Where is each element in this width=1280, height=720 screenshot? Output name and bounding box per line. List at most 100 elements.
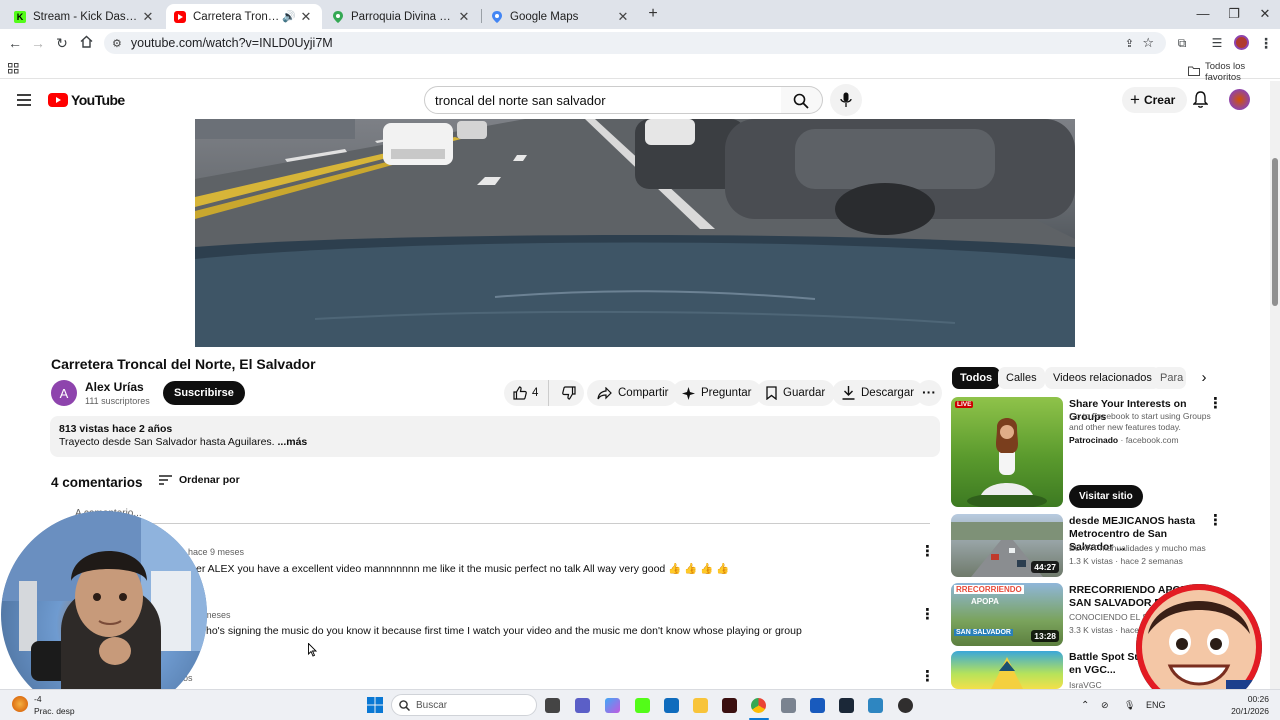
tab-title: Parroquia Divina Providencia - <box>351 10 456 23</box>
related-video-channel[interactable]: EUART manualidades y mucho mas <box>1069 543 1211 554</box>
tab-parroquia[interactable]: Parroquia Divina Providencia - ✕ <box>324 4 480 29</box>
download-button[interactable]: Descargar <box>832 380 925 406</box>
save-button[interactable]: Guardar <box>756 380 836 406</box>
all-bookmarks-button[interactable]: Todos los favoritos <box>1188 61 1280 83</box>
reading-list-icon[interactable]: ☰ <box>1207 35 1227 51</box>
video-thumbnail[interactable]: RRECORRIENDO APOPA SAN SALVADOR 13:28 <box>951 583 1063 646</box>
tab-carretera-troncal[interactable]: Carretera Troncal del Norte 🔊 ✕ <box>166 4 322 29</box>
close-tab-icon[interactable]: ✕ <box>456 9 472 25</box>
comment-menu-icon[interactable]: ⋮ <box>920 544 935 559</box>
video-menu-icon[interactable]: ⋮ <box>1208 513 1223 528</box>
search-input[interactable]: troncal del norte san salvador <box>424 86 782 114</box>
chip-para-ti[interactable]: Para t <box>1152 367 1186 389</box>
ad-sponsor-line: Patrocinado · facebook.com <box>1069 435 1211 446</box>
taskbar-search-box[interactable]: Buscar <box>391 694 537 716</box>
chip-scroll-right-chevron-icon[interactable]: › <box>1194 368 1214 388</box>
store-icon[interactable] <box>868 698 883 713</box>
address-bar[interactable]: ⚙ youtube.com/watch?v=INLD0Uyji7M ⇪ ☆ <box>104 32 1166 54</box>
restore-icon[interactable]: ❐ <box>1219 6 1249 22</box>
youtube-favicon-icon <box>174 10 186 23</box>
app-icon[interactable] <box>722 698 737 713</box>
tab-google-maps[interactable]: Google Maps ✕ <box>483 4 639 29</box>
channel-name[interactable]: Alex Urías <box>85 380 144 394</box>
subscribe-button[interactable]: Suscribirse <box>163 381 245 405</box>
browser-toolbar: ← → ↻ ⚙ youtube.com/watch?v=INLD0Uyji7M … <box>0 29 1280 57</box>
video-player[interactable] <box>195 119 1075 347</box>
camera-app-icon[interactable] <box>781 698 796 713</box>
ask-button[interactable]: Preguntar <box>672 380 762 406</box>
microphone-tray-icon[interactable]: 🎙 <box>1124 700 1135 711</box>
tab-search-icon[interactable]: ⧉ <box>1172 35 1192 51</box>
word-icon[interactable] <box>810 698 825 713</box>
webcam-overlay <box>1 511 207 718</box>
ad-menu-icon[interactable]: ⋮ <box>1208 396 1223 411</box>
install-app-icon[interactable]: ⇪ <box>1125 37 1134 50</box>
weather-icon[interactable] <box>12 696 28 712</box>
minimize-icon[interactable]: — <box>1188 6 1218 21</box>
webcam-person-image <box>1 511 207 718</box>
close-window-icon[interactable]: ✕ <box>1250 6 1280 22</box>
network-icon[interactable]: ⊘ <box>1101 700 1109 711</box>
tab-kick-dashboard[interactable]: K Stream - Kick Dashboard ✕ <box>6 4 164 29</box>
close-tab-icon[interactable]: ✕ <box>298 9 314 25</box>
chip-calles[interactable]: Calles <box>998 367 1045 389</box>
back-icon[interactable]: ← <box>5 35 25 51</box>
sort-icon <box>159 475 172 485</box>
create-label: Crear <box>1143 93 1176 107</box>
bookmark-star-icon[interactable]: ☆ <box>1142 35 1154 51</box>
create-button[interactable]: + Crear <box>1122 87 1188 113</box>
sort-comments-button[interactable]: Ordenar por <box>159 474 240 486</box>
reload-icon[interactable]: ↻ <box>52 35 72 51</box>
dislike-button[interactable] <box>555 380 584 406</box>
hamburger-menu-icon[interactable] <box>17 93 31 111</box>
page-scrollbar-thumb[interactable] <box>1272 158 1278 306</box>
voice-search-button[interactable] <box>830 84 862 116</box>
home-icon[interactable] <box>76 35 96 51</box>
video-thumbnail[interactable]: 44:27 <box>951 514 1063 577</box>
youtube-logo[interactable]: YouTube <box>48 92 125 108</box>
chrome-icon[interactable] <box>751 698 766 713</box>
clock-time[interactable]: 00:26 <box>1217 694 1269 704</box>
show-hidden-icons-chevron-icon[interactable]: ⌃ <box>1081 700 1089 711</box>
channel-avatar[interactable]: A <box>51 380 77 406</box>
kick-app-icon[interactable] <box>635 698 650 713</box>
share-button[interactable]: Compartir <box>587 380 679 406</box>
outlook-icon[interactable] <box>664 698 679 713</box>
task-view-icon[interactable] <box>545 698 560 713</box>
channel-avatar-letter: A <box>59 385 69 401</box>
close-tab-icon[interactable]: ✕ <box>140 9 156 25</box>
show-more-link[interactable]: ...más <box>278 436 308 448</box>
profile-avatar[interactable] <box>1234 35 1249 50</box>
language-indicator[interactable]: ENG <box>1146 700 1166 710</box>
close-tab-icon[interactable]: ✕ <box>615 9 631 25</box>
audio-playing-icon[interactable]: 🔊 <box>280 10 298 23</box>
video-thumbnail[interactable] <box>951 651 1063 689</box>
teams-icon[interactable] <box>575 698 590 713</box>
like-button[interactable]: 4 <box>504 380 549 406</box>
windows-start-icon[interactable] <box>367 697 383 718</box>
browser-menu-icon[interactable]: ⋮ <box>1256 35 1276 51</box>
clock-date[interactable]: 20/1/2026 <box>1217 706 1269 716</box>
kick-icon: K <box>14 10 26 23</box>
chip-videos-relacionados[interactable]: Videos relacionados <box>1045 367 1160 389</box>
visit-site-button[interactable]: Visitar sitio <box>1069 485 1143 508</box>
search-button[interactable] <box>781 86 823 114</box>
description-box[interactable]: 813 vistas hace 2 años Trayecto desde Sa… <box>50 416 940 457</box>
comment-menu-icon[interactable]: ⋮ <box>920 669 935 684</box>
more-actions-button[interactable]: ··· <box>916 380 942 406</box>
steam-icon[interactable] <box>839 698 854 713</box>
add-comment-input[interactable]: A comentario... <box>75 508 930 524</box>
site-info-icon[interactable]: ⚙ <box>112 37 122 50</box>
comment-menu-icon[interactable]: ⋮ <box>920 607 935 622</box>
obs-icon[interactable] <box>898 698 913 713</box>
forward-icon[interactable]: → <box>28 35 48 51</box>
notifications-bell-icon[interactable] <box>1192 91 1209 113</box>
file-explorer-icon[interactable] <box>693 698 708 713</box>
apps-grid-icon[interactable] <box>8 61 19 79</box>
account-avatar[interactable] <box>1229 89 1250 110</box>
chip-todos[interactable]: Todos <box>952 367 1001 389</box>
new-tab-icon[interactable]: + <box>638 5 668 23</box>
copilot-icon[interactable] <box>605 698 620 713</box>
subscriber-count: 111 suscriptores <box>85 396 150 406</box>
ad-thumbnail[interactable]: LIVE <box>951 397 1063 507</box>
